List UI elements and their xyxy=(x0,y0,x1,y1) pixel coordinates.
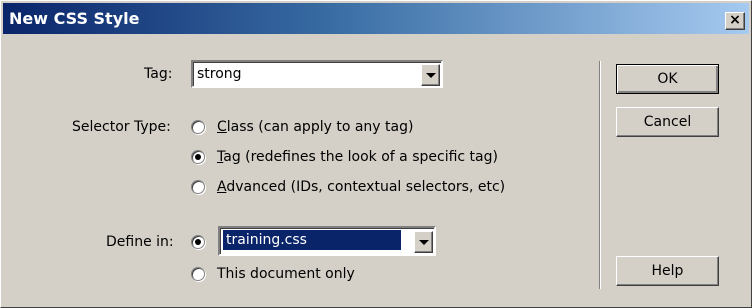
help-button[interactable]: Help xyxy=(616,256,719,286)
radio-define-in-file[interactable] xyxy=(191,235,205,249)
new-css-style-dialog: New CSS Style × Tag: strong Selector Typ… xyxy=(0,0,752,308)
tag-select[interactable]: strong xyxy=(191,60,443,88)
radio-advanced-mnemonic: A xyxy=(217,179,227,195)
define-in-label: Define in: xyxy=(106,234,174,250)
radio-tag-label[interactable]: Tag (redefines the look of a specific ta… xyxy=(217,148,498,166)
ok-button[interactable]: OK xyxy=(616,64,719,94)
cancel-button[interactable]: Cancel xyxy=(616,107,719,137)
define-in-select-value: training.css xyxy=(222,229,402,251)
radio-advanced-label[interactable]: Advanced (IDs, contextual selectors, etc… xyxy=(217,178,505,196)
radio-advanced-text: dvanced (IDs, contextual selectors, etc) xyxy=(226,179,506,195)
radio-class-mnemonic: C xyxy=(217,119,227,135)
cancel-button-label: Cancel xyxy=(643,114,692,130)
radio-advanced[interactable] xyxy=(191,180,205,194)
help-button-label: Help xyxy=(651,263,684,279)
close-icon: × xyxy=(729,12,741,28)
vertical-divider xyxy=(599,61,601,289)
dialog-title: New CSS Style xyxy=(9,9,140,28)
ok-button-label: OK xyxy=(657,71,678,87)
chevron-down-icon[interactable] xyxy=(421,64,440,86)
tag-label: Tag: xyxy=(144,66,173,82)
radio-class-label[interactable]: Class (can apply to any tag) xyxy=(217,118,413,136)
radio-document-only[interactable] xyxy=(191,267,205,281)
selector-type-label: Selector Type: xyxy=(72,119,171,135)
radio-document-only-label[interactable]: This document only xyxy=(217,265,355,283)
radio-tag[interactable] xyxy=(191,150,205,164)
title-bar[interactable]: New CSS Style × xyxy=(3,3,749,34)
radio-class-text: lass (can apply to any tag) xyxy=(226,119,414,135)
chevron-down-icon[interactable] xyxy=(414,231,433,253)
radio-class[interactable] xyxy=(191,120,205,134)
radio-tag-text: ag (redefines the look of a specific tag… xyxy=(223,149,498,165)
close-button[interactable]: × xyxy=(725,12,745,30)
tag-select-value: strong xyxy=(197,66,242,82)
define-in-select[interactable]: training.css xyxy=(218,226,436,256)
